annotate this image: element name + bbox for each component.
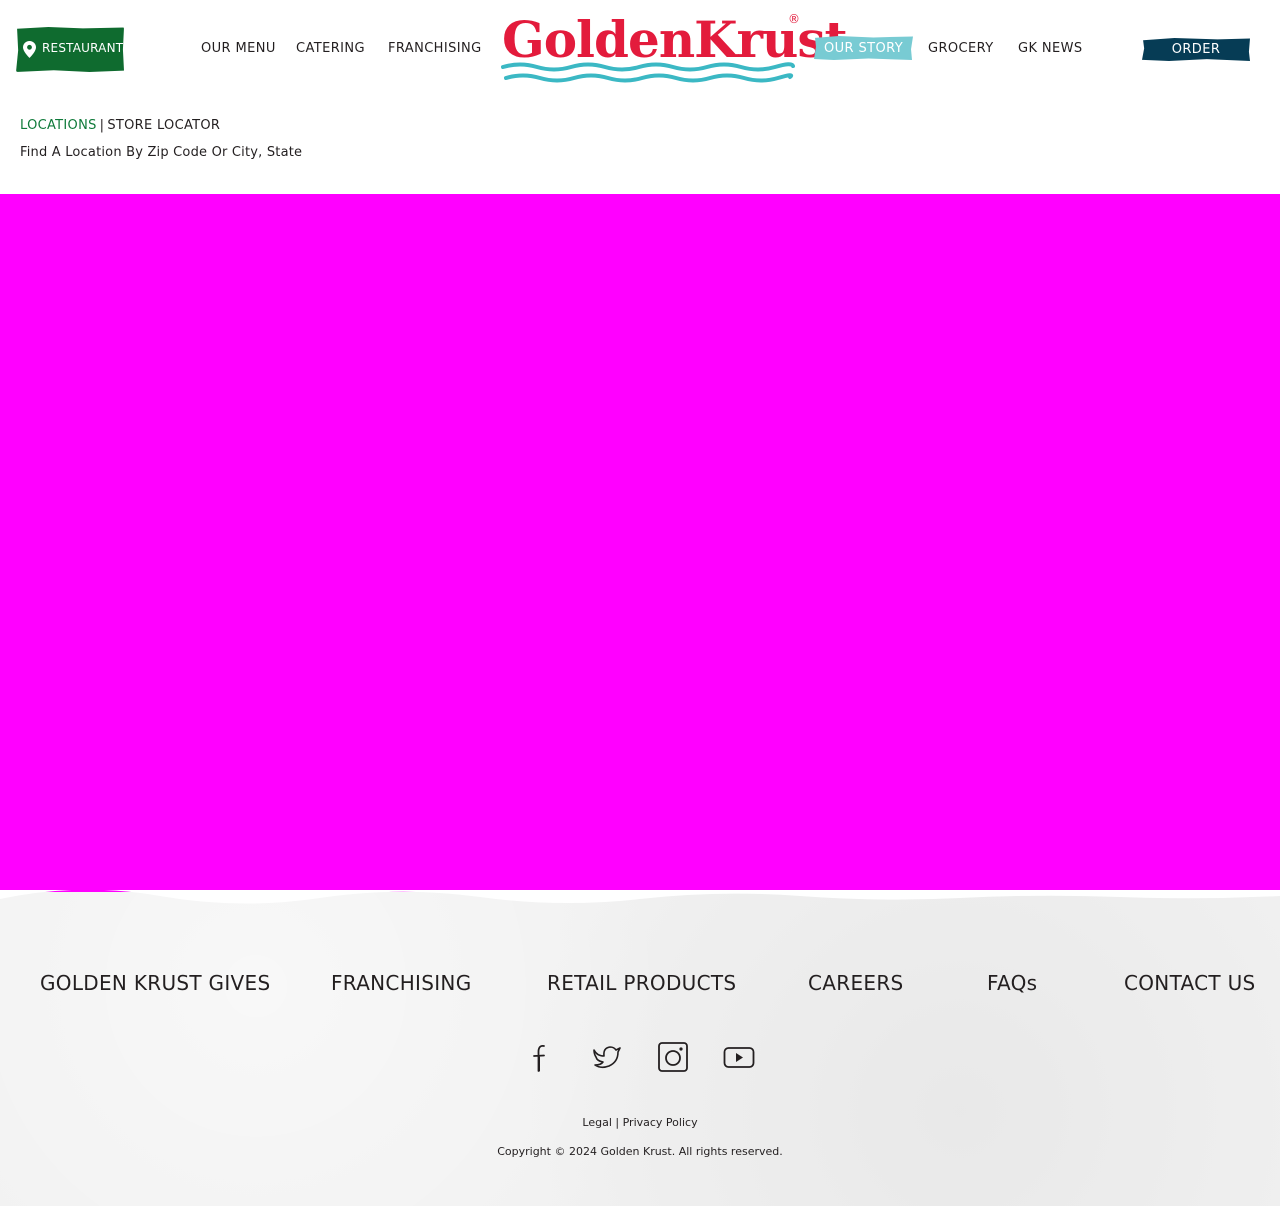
order-label: ORDER — [1171, 42, 1221, 57]
restaurant-label: RESTAURANT — [42, 41, 124, 55]
site-footer: GOLDEN KRUST GIVES FRANCHISING RETAIL PR… — [0, 890, 1280, 1206]
facebook-icon[interactable] — [525, 1040, 557, 1074]
youtube-icon[interactable] — [723, 1040, 755, 1074]
store-locator-map[interactable] — [0, 194, 1280, 892]
location-pin-icon — [23, 41, 36, 58]
footer-link-contact-us[interactable]: CONTACT US — [1124, 971, 1256, 995]
breadcrumb-current: STORE LOCATOR — [107, 118, 221, 133]
site-header: RESTAURANT OUR MENU CATERING FRANCHISING… — [0, 0, 1280, 98]
nav-franchising[interactable]: FRANCHISING — [388, 41, 482, 56]
order-button[interactable]: ORDER — [1142, 38, 1250, 61]
twitter-icon[interactable] — [591, 1040, 623, 1074]
legal-separator: | — [615, 1116, 620, 1129]
restaurant-locator-button[interactable]: RESTAURANT — [16, 27, 124, 72]
breadcrumb-separator: | — [99, 118, 105, 133]
privacy-policy-link[interactable]: Privacy Policy — [623, 1116, 698, 1129]
breadcrumb-locations-link[interactable]: LOCATIONS — [20, 118, 97, 133]
nav-catering[interactable]: CATERING — [296, 41, 365, 56]
golden-krust-logo[interactable]: GoldenKrust ® — [500, 10, 848, 86]
nav-our-story[interactable]: OUR STORY — [814, 36, 913, 60]
copyright-text: Copyright © 2024 Golden Krust. All right… — [497, 1145, 783, 1158]
footer-link-franchising[interactable]: FRANCHISING — [331, 971, 472, 995]
instagram-icon[interactable] — [657, 1040, 689, 1074]
registered-mark: ® — [788, 12, 800, 26]
footer-link-retail-products[interactable]: RETAIL PRODUCTS — [547, 971, 736, 995]
logo-wave-icon — [501, 62, 795, 83]
footer-torn-edge — [0, 890, 1280, 904]
footer-link-faqs[interactable]: FAQs — [987, 971, 1037, 995]
legal-row: Legal | Privacy Policy — [0, 1116, 1280, 1129]
nav-grocery[interactable]: GROCERY — [928, 41, 994, 56]
page-subtitle: Find A Location By Zip Code Or City, Sta… — [20, 145, 303, 160]
nav-gk-news[interactable]: GK NEWS — [1018, 41, 1083, 56]
footer-link-golden-krust-gives[interactable]: GOLDEN KRUST GIVES — [40, 971, 270, 995]
legal-link[interactable]: Legal — [582, 1116, 611, 1129]
nav-our-menu[interactable]: OUR MENU — [201, 41, 276, 56]
footer-link-careers[interactable]: CAREERS — [808, 971, 904, 995]
nav-our-story-label: OUR STORY — [823, 41, 904, 56]
breadcrumb: LOCATIONS | STORE LOCATOR — [20, 118, 220, 133]
